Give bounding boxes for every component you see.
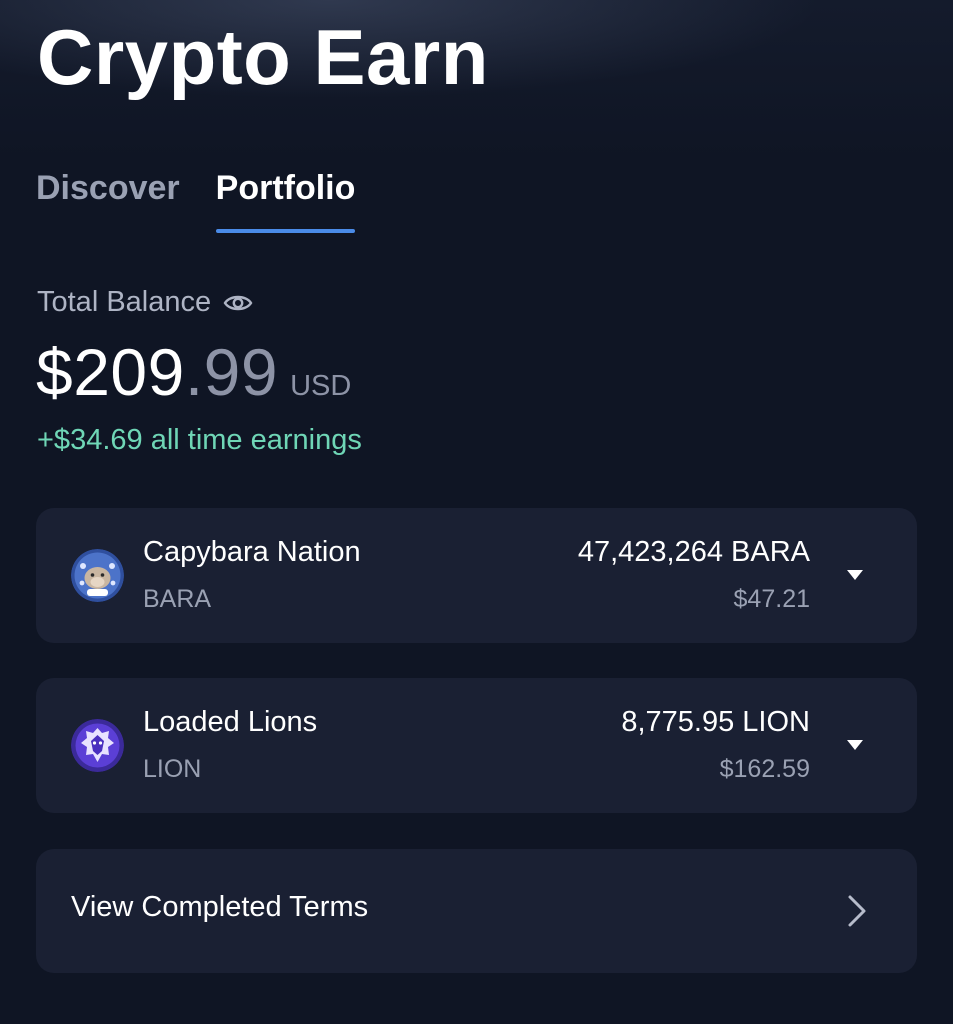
view-completed-terms-button[interactable]: View Completed Terms	[36, 849, 917, 973]
total-balance-label: Total Balance	[37, 286, 212, 318]
balance-currency: USD	[290, 370, 352, 402]
eye-icon[interactable]	[223, 292, 253, 314]
asset-symbol: LION	[143, 755, 202, 783]
caret-down-icon[interactable]	[847, 740, 863, 750]
tab-portfolio[interactable]: Portfolio	[215, 165, 356, 233]
caret-down-icon[interactable]	[847, 570, 863, 580]
tab-bar: Discover Portfolio	[36, 165, 356, 233]
asset-usd-value: $47.21	[733, 585, 810, 613]
total-balance-header: Total Balance	[37, 286, 253, 319]
asset-name: Loaded Lions	[143, 706, 318, 738]
asset-amount: 47,423,264 BARA	[577, 536, 810, 568]
asset-name: Capybara Nation	[143, 536, 361, 568]
asset-card-capybara-nation[interactable]: Capybara Nation BARA 47,423,264 BARA $47…	[36, 508, 917, 643]
balance-decimal: .99	[184, 335, 279, 409]
lion-logo-icon	[71, 719, 124, 772]
view-completed-terms-label: View Completed Terms	[71, 891, 369, 923]
active-tab-indicator	[215, 229, 356, 233]
all-time-earnings: +$34.69 all time earnings	[37, 424, 362, 456]
page-title: Crypto Earn	[37, 13, 489, 101]
asset-symbol: BARA	[143, 585, 212, 613]
asset-usd-value: $162.59	[719, 755, 810, 783]
total-balance-value: $209 .99 USD	[36, 334, 351, 410]
chevron-right-icon	[845, 893, 869, 929]
asset-amount: 8,775.95 LION	[621, 706, 810, 738]
capybara-logo-icon	[71, 549, 124, 602]
crypto-earn-screen: Crypto Earn Discover Portfolio Total Bal…	[0, 0, 953, 1024]
tab-portfolio-label: Portfolio	[215, 169, 356, 207]
asset-card-loaded-lions[interactable]: Loaded Lions LION 8,775.95 LION $162.59	[36, 678, 917, 813]
balance-integer: $209	[36, 335, 185, 409]
tab-discover[interactable]: Discover	[36, 165, 180, 233]
tab-discover-label: Discover	[36, 169, 180, 207]
